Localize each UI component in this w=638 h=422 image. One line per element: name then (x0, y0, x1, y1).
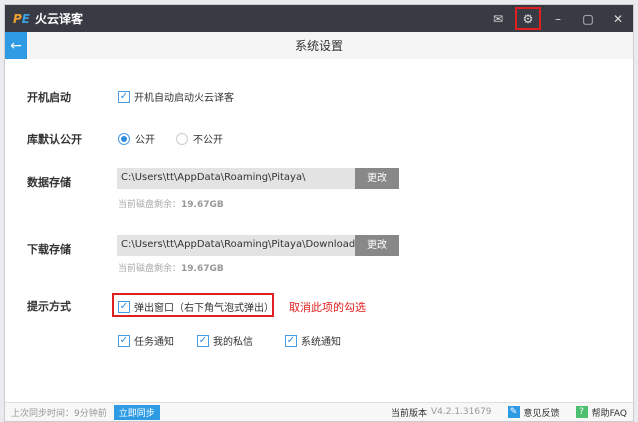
help-link[interactable]: 帮助FAQ (592, 406, 627, 419)
popup-checkbox[interactable]: ✓ 弹出窗口（右下角气泡式弹出） (118, 299, 274, 314)
system-notify-checkbox[interactable]: ✓ 系统通知 (285, 333, 341, 348)
startup-checkbox[interactable]: ✓ 开机自动启动火云译客 (118, 89, 234, 104)
radio-public-label: 公开 (135, 135, 155, 146)
help-icon: ? (575, 406, 588, 418)
data-storage-path[interactable]: C:\Users\tt\AppData\Roaming\Pitaya\ (117, 168, 357, 189)
system-notify-label: 系统通知 (301, 337, 341, 348)
notify-label: 提示方式 (27, 300, 71, 313)
private-msg-label: 我的私信 (213, 337, 253, 348)
maximize-button[interactable]: ▢ (573, 5, 603, 32)
page-header: ← 系统设置 (5, 32, 633, 59)
data-storage-change-button[interactable]: 更改 (355, 168, 399, 189)
data-storage-label: 数据存储 (27, 176, 71, 189)
pencil-icon: ✎ (507, 406, 520, 418)
data-storage-free: 当前磁盘剩余：19.67GB (118, 200, 224, 210)
private-msg-checkbox[interactable]: ✓ 我的私信 (197, 333, 253, 348)
page-title: 系统设置 (294, 39, 343, 53)
startup-label: 开机启动 (27, 91, 71, 104)
download-storage-label: 下载存储 (27, 243, 71, 256)
download-storage-free: 当前磁盘剩余：19.67GB (118, 264, 224, 274)
task-notify-checkbox[interactable]: ✓ 任务通知 (118, 333, 174, 348)
startup-option-label: 开机自动启动火云译客 (134, 93, 234, 104)
radio-public[interactable]: 公开 (118, 131, 155, 146)
last-sync-text: 上次同步时间：9分钟前 (11, 408, 107, 419)
settings-window: PE 火云译客 ✉ ⚙ – ▢ ✕ ← 系统设置 开机启动 ✓ 开机自动启动火云译… (4, 4, 634, 422)
app-name: 火云译客 (35, 12, 84, 26)
radio-private[interactable]: 不公开 (176, 131, 223, 146)
radio-private-label: 不公开 (193, 135, 223, 146)
minimize-button[interactable]: – (543, 5, 573, 32)
sync-now-button[interactable]: 立即同步 (113, 404, 160, 420)
check-icon: ✓ (118, 90, 130, 103)
task-notify-label: 任务通知 (134, 337, 174, 348)
download-storage-path[interactable]: C:\Users\tt\AppData\Roaming\Pitaya\Downl… (117, 235, 357, 256)
feedback-link[interactable]: 意见反馈 (524, 406, 560, 419)
title-bar: PE 火云译客 ✉ ⚙ – ▢ ✕ (5, 5, 633, 32)
version-value: V4.2.1.31679 (430, 407, 492, 417)
status-bar: 上次同步时间：9分钟前 立即同步 当前版本 V4.2.1.31679 ✎ 意见反… (5, 402, 633, 421)
check-icon: ✓ (118, 300, 130, 313)
download-storage-change-button[interactable]: 更改 (355, 235, 399, 256)
mail-icon[interactable]: ✉ (483, 5, 513, 32)
gear-icon[interactable]: ⚙ (513, 5, 543, 32)
library-label: 库默认公开 (27, 133, 82, 146)
close-button[interactable]: ✕ (603, 5, 633, 32)
version-label: 当前版本 (390, 408, 427, 419)
annotation-text: 取消此项的勾选 (289, 301, 366, 314)
popup-label: 弹出窗口（右下角气泡式弹出） (134, 303, 274, 314)
app-logo: PE (13, 11, 30, 26)
